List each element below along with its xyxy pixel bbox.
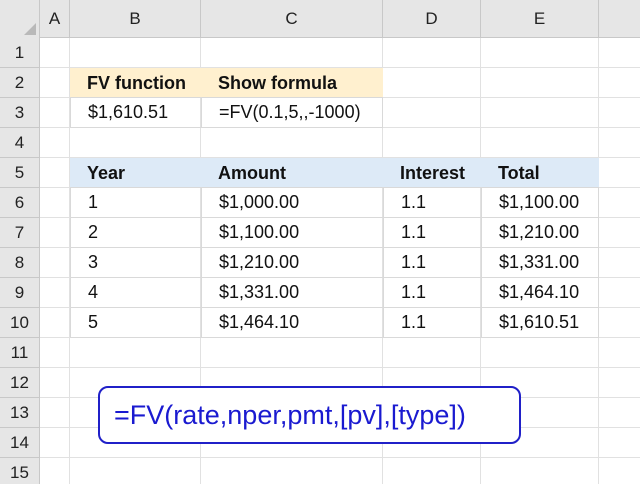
table-cell[interactable]: $1,000.00 bbox=[201, 187, 384, 218]
cell-c2-show-formula-header[interactable]: Show formula bbox=[201, 68, 383, 98]
table-cell[interactable]: 4 bbox=[70, 277, 202, 308]
row-header-7[interactable]: 7 bbox=[0, 218, 40, 248]
row-header-10[interactable]: 10 bbox=[0, 308, 40, 338]
table-cell[interactable]: $1,464.10 bbox=[201, 307, 384, 338]
gridline bbox=[40, 367, 640, 368]
column-header-next[interactable] bbox=[599, 0, 640, 38]
cell-b2-fv-function-header[interactable]: FV function bbox=[70, 68, 201, 98]
column-header-b[interactable]: B bbox=[70, 0, 201, 38]
table-cell[interactable]: $1,210.00 bbox=[481, 217, 599, 248]
cell-e5-total-header[interactable]: Total bbox=[481, 158, 599, 188]
table-cell[interactable]: $1,610.51 bbox=[481, 307, 599, 338]
table-cell[interactable]: $1,331.00 bbox=[201, 277, 384, 308]
table-cell[interactable]: $1,331.00 bbox=[481, 247, 599, 278]
row-header-11[interactable]: 11 bbox=[0, 338, 40, 368]
row-header-14[interactable]: 14 bbox=[0, 428, 40, 458]
row-header-8[interactable]: 8 bbox=[0, 248, 40, 278]
cell-c5-amount-header[interactable]: Amount bbox=[201, 158, 383, 188]
row-header-2[interactable]: 2 bbox=[0, 68, 40, 98]
table-cell[interactable]: 1.1 bbox=[383, 217, 482, 248]
row-header-9[interactable]: 9 bbox=[0, 278, 40, 308]
row-header-13[interactable]: 13 bbox=[0, 398, 40, 428]
gridline bbox=[40, 457, 640, 458]
table-cell[interactable]: 1.1 bbox=[383, 307, 482, 338]
column-header-c[interactable]: C bbox=[201, 0, 383, 38]
table-cell[interactable]: 1.1 bbox=[383, 187, 482, 218]
row-header-6[interactable]: 6 bbox=[0, 188, 40, 218]
table-cell[interactable]: $1,464.10 bbox=[481, 277, 599, 308]
cell-b3-fv-result[interactable]: $1,610.51 bbox=[70, 97, 202, 128]
column-header-e[interactable]: E bbox=[481, 0, 599, 38]
row-header-5[interactable]: 5 bbox=[0, 158, 40, 188]
select-all-triangle-icon bbox=[24, 23, 36, 35]
table-cell[interactable]: 1.1 bbox=[383, 277, 482, 308]
row-header-3[interactable]: 3 bbox=[0, 98, 40, 128]
row-header-4[interactable]: 4 bbox=[0, 128, 40, 158]
cell-c3-formula-text[interactable]: =FV(0.1,5,,-1000) bbox=[201, 97, 383, 128]
table-cell[interactable]: $1,100.00 bbox=[481, 187, 599, 218]
column-header-a[interactable]: A bbox=[40, 0, 70, 38]
fv-syntax-callout: =FV(rate,nper,pmt,[pv],[type]) bbox=[98, 386, 521, 444]
table-cell[interactable]: $1,210.00 bbox=[201, 247, 384, 278]
select-all-corner[interactable] bbox=[0, 0, 40, 39]
cell-d5-interest-header[interactable]: Interest bbox=[383, 158, 481, 188]
cell-b5-year-header[interactable]: Year bbox=[70, 158, 201, 188]
row-header-15[interactable]: 15 bbox=[0, 458, 40, 484]
table-cell[interactable]: 1 bbox=[70, 187, 202, 218]
table-cell[interactable]: $1,100.00 bbox=[201, 217, 384, 248]
row-header-1[interactable]: 1 bbox=[0, 38, 40, 68]
table-cell[interactable]: 5 bbox=[70, 307, 202, 338]
table-cell[interactable]: 3 bbox=[70, 247, 202, 278]
column-header-d[interactable]: D bbox=[383, 0, 481, 38]
row-header-12[interactable]: 12 bbox=[0, 368, 40, 398]
table-cell[interactable]: 1.1 bbox=[383, 247, 482, 278]
table-cell[interactable]: 2 bbox=[70, 217, 202, 248]
